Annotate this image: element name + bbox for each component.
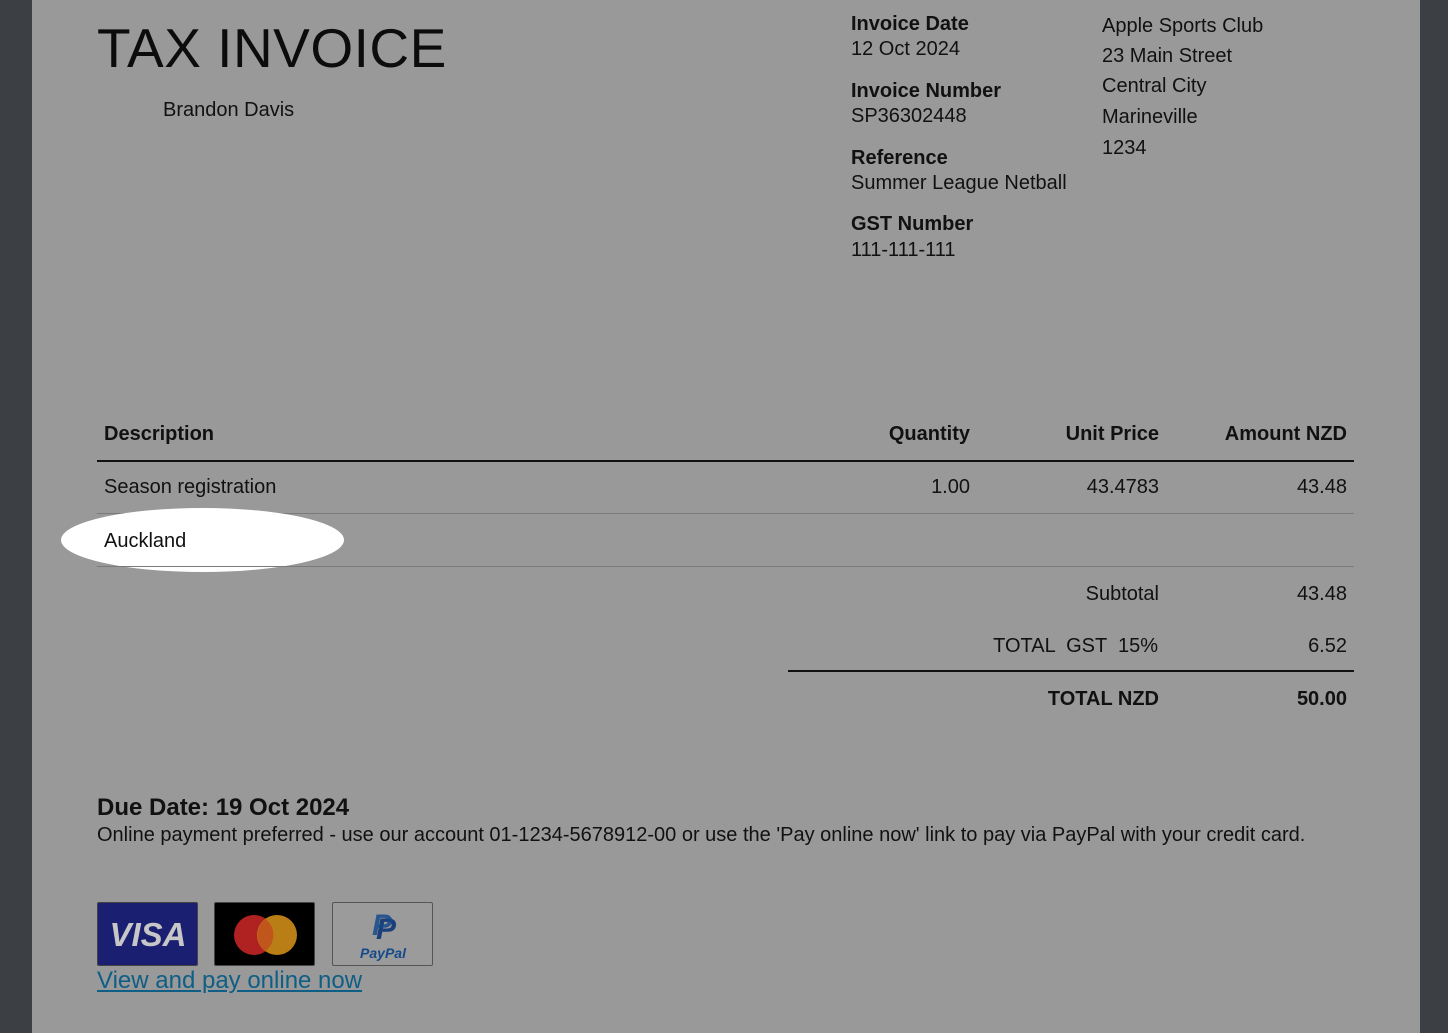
address-line: 23 Main Street [1102,45,1233,67]
svg-text:P: P [372,909,393,942]
row-description: Season registration [104,476,277,498]
visa-text: VISA [109,916,186,953]
paypal-text: PayPal [360,945,407,961]
address-line: Apple Sports Club [1102,15,1264,37]
subtotal-label: Subtotal [1085,583,1159,605]
gst-number-value: 111-111-111 [851,239,956,261]
total-divider [788,670,1354,672]
address-line: Marineville [1102,106,1198,128]
mastercard-logo [214,902,315,966]
col-header-quantity: Quantity [888,423,970,445]
header-divider [97,460,1354,462]
row-description: Auckland [104,530,187,552]
row-quantity: 1.00 [931,476,970,498]
gst-number-label: GST Number [851,213,974,235]
due-date: Due Date: 19 Oct 2024 [97,794,350,821]
address-line: Central City [1102,75,1207,97]
payment-note: Online payment preferred - use our accou… [97,824,1306,846]
paypal-logo: P P PayPal [332,902,433,966]
reference-value: Summer League Netball [851,172,1067,194]
row-amount: 43.48 [1296,476,1347,498]
reference-label: Reference [851,147,948,169]
col-header-amount: Amount NZD [1224,423,1347,445]
subtotal-value: 43.48 [1296,583,1347,605]
gst-label: TOTAL GST 15% [993,635,1158,657]
invoice-date-label: Invoice Date [851,13,969,35]
recipient-name: Brandon Davis [163,99,295,121]
invoice-page: TAX INVOICE Brandon Davis Invoice Date 1… [32,0,1420,1033]
invoice-date-value: 12 Oct 2024 [851,38,960,60]
visa-logo: VISA [97,902,198,966]
invoice-number-label: Invoice Number [851,80,1002,102]
row-unit-price: 43.4783 [1086,476,1159,498]
invoice-number-value: SP36302448 [851,105,967,127]
col-header-unit-price: Unit Price [1065,423,1159,445]
col-header-description: Description [104,423,215,445]
invoice-title: TAX INVOICE [97,17,447,79]
total-value: 50.00 [1296,688,1347,710]
address-line: 1234 [1102,137,1147,159]
gst-value: 6.52 [1308,635,1347,657]
row-divider [97,566,1354,567]
total-label: TOTAL NZD [1047,688,1159,710]
pay-online-link[interactable]: View and pay online now [97,967,362,995]
